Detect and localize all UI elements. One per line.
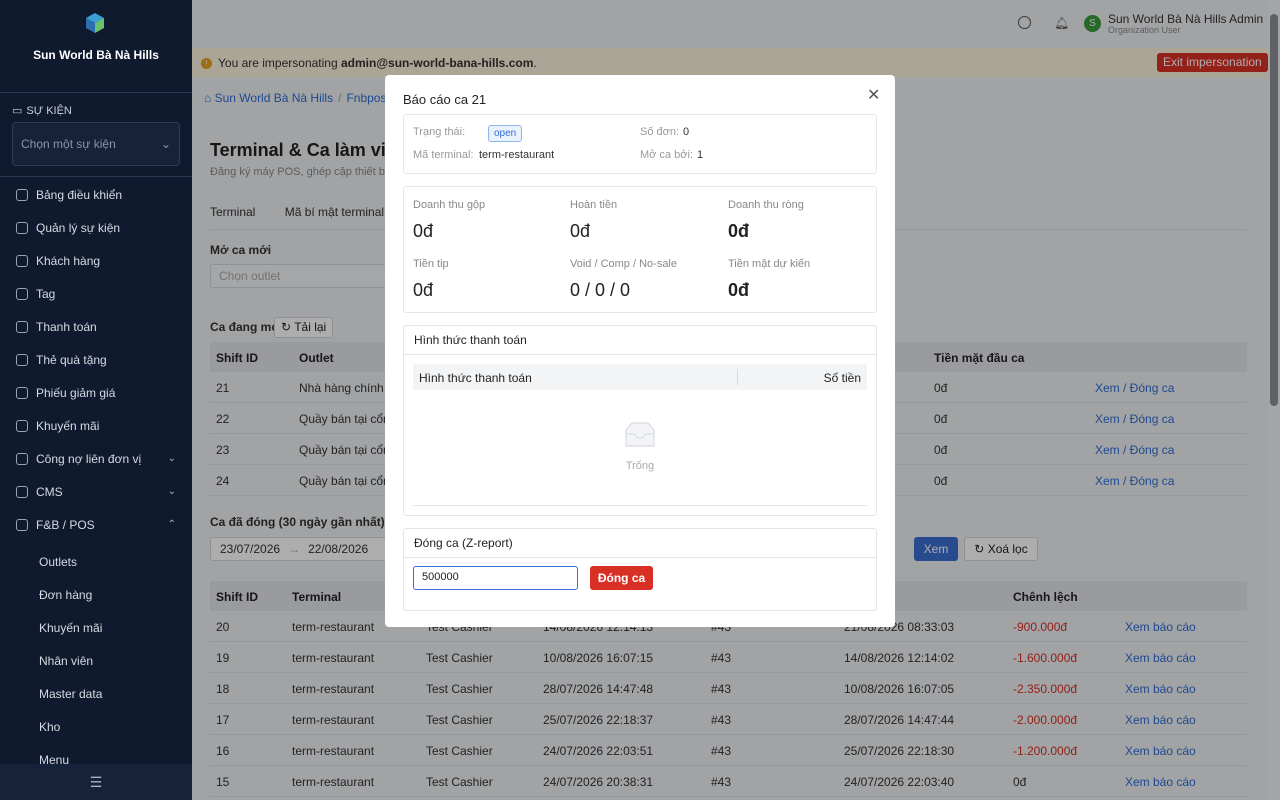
payment-methods-title: Hình thức thanh toán xyxy=(414,333,527,347)
terminal-code: term-restaurant xyxy=(479,149,555,161)
kpi-tip: 0đ xyxy=(413,280,434,300)
modal-title: Báo cáo ca 21 xyxy=(403,92,487,107)
kpi-refund: 0đ xyxy=(570,221,591,241)
status-badge: open xyxy=(488,125,523,142)
subnav-orders[interactable]: Đơn hàng xyxy=(39,588,92,602)
sidebar: Sun World Bà Nà Hills ▭ SỰ KIỆN Chọn một … xyxy=(0,0,192,800)
users-icon xyxy=(16,255,28,267)
coupon-icon xyxy=(16,387,28,399)
org-name: Sun World Bà Nà Hills xyxy=(33,48,159,62)
sidebar-item-dashboard[interactable]: Bảng điều khiển xyxy=(0,181,192,209)
divider xyxy=(0,176,192,177)
section-label: ▭ SỰ KIỆN xyxy=(12,104,72,118)
pos-icon xyxy=(16,519,28,531)
dashboard-icon xyxy=(16,189,28,201)
sidebar-item-debt[interactable]: Công nợ liên đơn vị ⌄ xyxy=(0,445,192,473)
sidebar-item-tag[interactable]: Tag xyxy=(0,280,192,308)
subnav-outlets[interactable]: Outlets xyxy=(39,555,77,569)
gift-icon xyxy=(16,354,28,366)
cms-icon xyxy=(16,486,28,498)
chevron-down-icon: ⌄ xyxy=(167,453,176,464)
payment-methods-card: Hình thức thanh toán Hình thức thanh toá… xyxy=(403,325,877,516)
kpi-card: Doanh thu gộp 0đ Hoàn tiền 0đ Doanh thu … xyxy=(403,186,877,313)
chevron-down-icon: ⌄ xyxy=(167,486,176,497)
menu-collapse-icon: ☰ xyxy=(89,773,103,790)
subnav-staff[interactable]: Nhân viên xyxy=(39,654,93,668)
close-shift-title: Đóng ca (Z-report) xyxy=(414,536,513,550)
payment-table-header: Hình thức thanh toán Số tiền xyxy=(413,364,867,390)
close-shift-card: Đóng ca (Z-report) 500000 Đóng ca xyxy=(403,528,877,611)
sidebar-item-coupons[interactable]: Phiếu giảm giá xyxy=(0,379,192,407)
tag-icon xyxy=(16,288,28,300)
event-select[interactable]: Chọn một sự kiện ⌄ xyxy=(12,122,180,166)
sidebar-item-cms[interactable]: CMS ⌄ xyxy=(0,478,192,506)
kpi-gross-revenue: 0đ xyxy=(413,221,434,241)
kpi-void-comp: 0 / 0 / 0 xyxy=(570,280,631,300)
shift-info-card: Trạng thái: open Số đơn: 0 Mã terminal: … xyxy=(403,114,877,174)
sidebar-item-gift-cards[interactable]: Thẻ quà tặng xyxy=(0,346,192,374)
empty-inbox-icon xyxy=(625,422,655,447)
sidebar-item-promotions[interactable]: Khuyến mãi xyxy=(0,412,192,440)
calendar-icon xyxy=(16,222,28,234)
payment-icon xyxy=(16,321,28,333)
debt-icon xyxy=(16,453,28,465)
chevron-up-icon: ⌃ xyxy=(167,519,176,530)
divider xyxy=(404,354,876,355)
sidebar-item-payment[interactable]: Thanh toán xyxy=(0,313,192,341)
opened-by: 1 xyxy=(697,149,704,161)
orders-count: 0 xyxy=(683,126,690,138)
close-shift-button[interactable]: Đóng ca xyxy=(590,566,653,590)
chevron-down-icon: ⌄ xyxy=(160,137,171,151)
subnav-inventory[interactable]: Kho xyxy=(39,720,60,734)
kpi-net-revenue: 0đ xyxy=(728,221,750,241)
promo-icon xyxy=(16,420,28,432)
divider xyxy=(404,557,876,558)
closing-cash-input[interactable]: 500000 xyxy=(413,566,578,590)
kpi-expected-cash: 0đ xyxy=(728,280,750,300)
sidebar-item-fnb-pos[interactable]: F&B / POS ⌃ xyxy=(0,511,192,539)
subnav-promotions[interactable]: Khuyến mãi xyxy=(39,621,102,635)
empty-state-text: Trống xyxy=(625,460,655,472)
sidebar-item-events[interactable]: Quản lý sự kiện xyxy=(0,214,192,242)
sidebar-item-customers[interactable]: Khách hàng xyxy=(0,247,192,275)
divider xyxy=(413,505,867,506)
collapse-sidebar-button[interactable]: ☰ xyxy=(0,764,192,800)
logo-icon xyxy=(86,13,104,33)
calendar-icon: ▭ xyxy=(12,105,23,117)
shift-report-modal: Báo cáo ca 21 ✕ Trạng thái: open Số đơn:… xyxy=(385,75,895,627)
divider xyxy=(0,92,192,93)
close-icon[interactable]: ✕ xyxy=(867,88,880,104)
subnav-master-data[interactable]: Master data xyxy=(39,687,102,701)
